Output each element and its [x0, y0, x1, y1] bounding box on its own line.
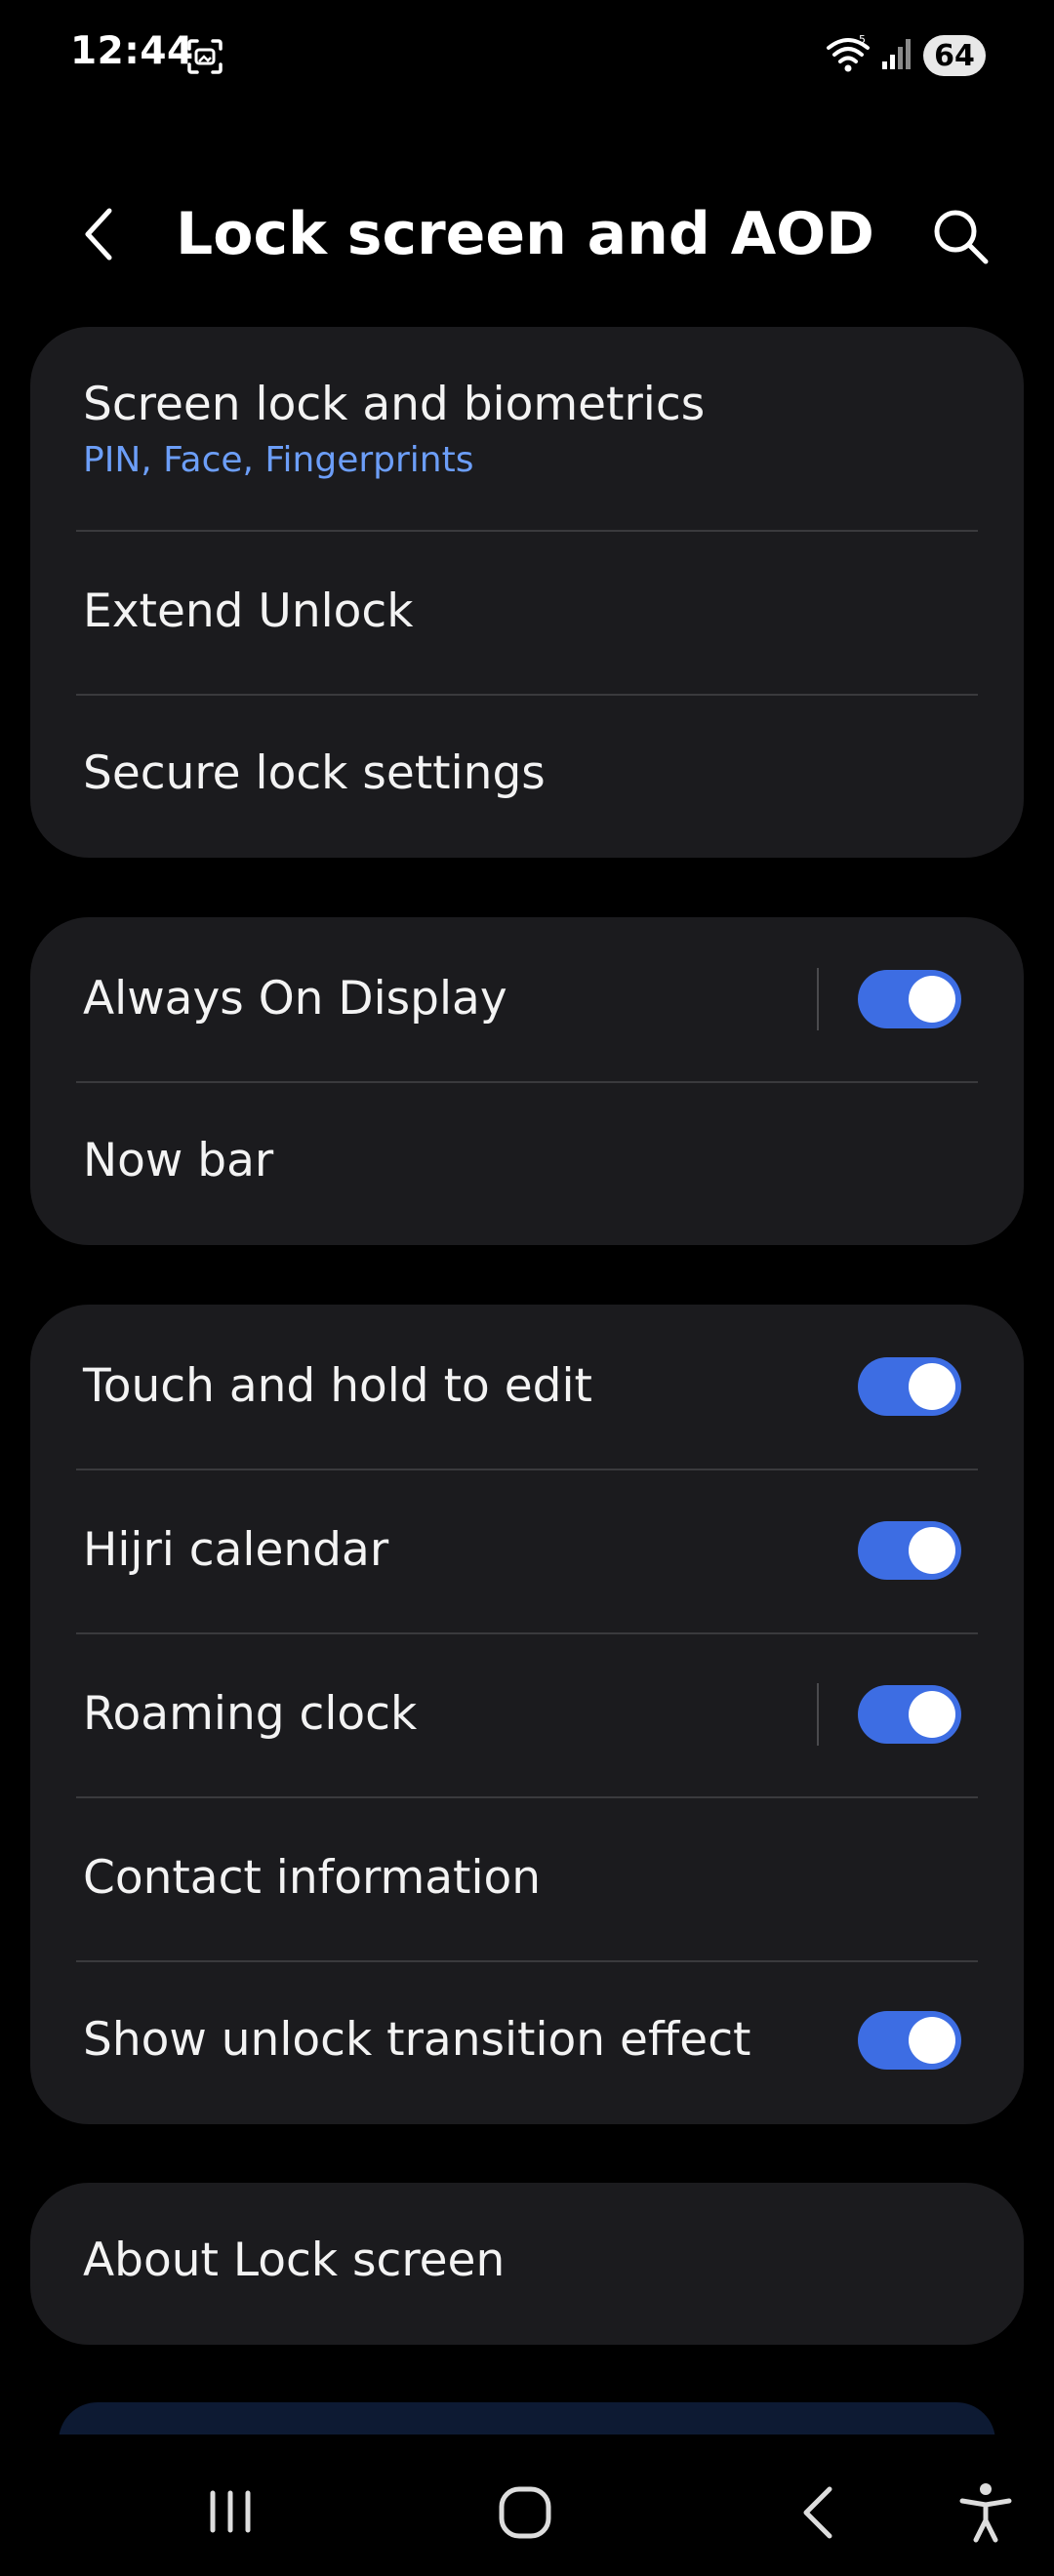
item-title: Always On Display — [83, 972, 507, 1026]
settings-group-display: Always On Display Now bar — [30, 917, 1024, 1245]
status-icons: 5 64 — [826, 33, 986, 78]
list-item-always-on-display[interactable]: Always On Display — [30, 917, 1024, 1081]
network-label: 5 — [859, 34, 866, 46]
list-item-contact-info[interactable]: Contact information — [30, 1798, 1024, 1960]
screenshot-icon — [185, 37, 224, 76]
accessibility-icon — [959, 2483, 1012, 2543]
battery-indicator: 64 — [923, 35, 986, 76]
settings-group-security: Screen lock and biometrics PIN, Face, Fi… — [30, 327, 1024, 858]
unlock-transition-toggle[interactable] — [858, 2011, 961, 2070]
nav-back-button[interactable] — [781, 2474, 859, 2552]
item-title: Extend Unlock — [83, 584, 414, 638]
roaming-toggle[interactable] — [858, 1685, 961, 1744]
search-icon — [934, 210, 989, 264]
list-item-unlock-transition[interactable]: Show unlock transition effect — [30, 1962, 1024, 2124]
item-title: Contact information — [83, 1851, 542, 1905]
list-item-extend-unlock[interactable]: Extend Unlock — [30, 532, 1024, 696]
system-navigation-bar — [0, 2435, 1054, 2576]
item-title: Touch and hold to edit — [83, 1359, 592, 1413]
item-title: Hijri calendar — [83, 1523, 389, 1577]
vertical-separator — [817, 1683, 819, 1746]
list-item-now-bar[interactable]: Now bar — [30, 1083, 1024, 1245]
aod-toggle[interactable] — [858, 970, 961, 1028]
settings-group-about: About Lock screen — [30, 2183, 1024, 2345]
item-title: Now bar — [83, 1134, 274, 1187]
item-subtitle: PIN, Face, Fingerprints — [83, 440, 474, 480]
touch-hold-toggle[interactable] — [858, 1357, 961, 1416]
home-button[interactable] — [486, 2474, 564, 2552]
hijri-toggle[interactable] — [858, 1521, 961, 1580]
accessibility-button[interactable] — [947, 2474, 1025, 2552]
page-title: Lock screen and AOD — [176, 200, 874, 268]
back-icon — [803, 2486, 832, 2539]
signal-icon — [880, 36, 913, 75]
list-item-roaming-clock[interactable]: Roaming clock — [30, 1634, 1024, 1796]
list-item-hijri-calendar[interactable]: Hijri calendar — [30, 1470, 1024, 1632]
recent-apps-button[interactable] — [191, 2474, 269, 2552]
recent-apps-icon — [210, 2490, 251, 2533]
vertical-separator — [817, 968, 819, 1030]
list-item-screen-lock[interactable]: Screen lock and biometrics PIN, Face, Fi… — [30, 327, 1024, 532]
status-time: 12:44 — [70, 29, 194, 73]
search-button[interactable] — [925, 201, 995, 271]
item-title: Roaming clock — [83, 1687, 418, 1741]
list-item-about-lock-screen[interactable]: About Lock screen — [30, 2183, 1024, 2345]
list-item-secure-lock[interactable]: Secure lock settings — [30, 696, 1024, 858]
list-item-touch-hold-edit[interactable]: Touch and hold to edit — [30, 1305, 1024, 1469]
settings-group-lock-options: Touch and hold to edit Hijri calendar Ro… — [30, 1305, 1024, 2124]
item-title: About Lock screen — [83, 2234, 506, 2287]
wifi-icon: 5 — [826, 33, 871, 77]
back-button[interactable] — [70, 203, 133, 265]
item-title: Show unlock transition effect — [83, 2013, 751, 2067]
status-bar: 12:44 5 64 — [0, 0, 1054, 107]
home-icon — [499, 2486, 551, 2539]
item-title: Secure lock settings — [83, 746, 546, 800]
item-title: Screen lock and biometrics — [83, 378, 706, 431]
chevron-left-icon — [85, 208, 112, 261]
top-app-bar: Lock screen and AOD — [0, 176, 1054, 293]
